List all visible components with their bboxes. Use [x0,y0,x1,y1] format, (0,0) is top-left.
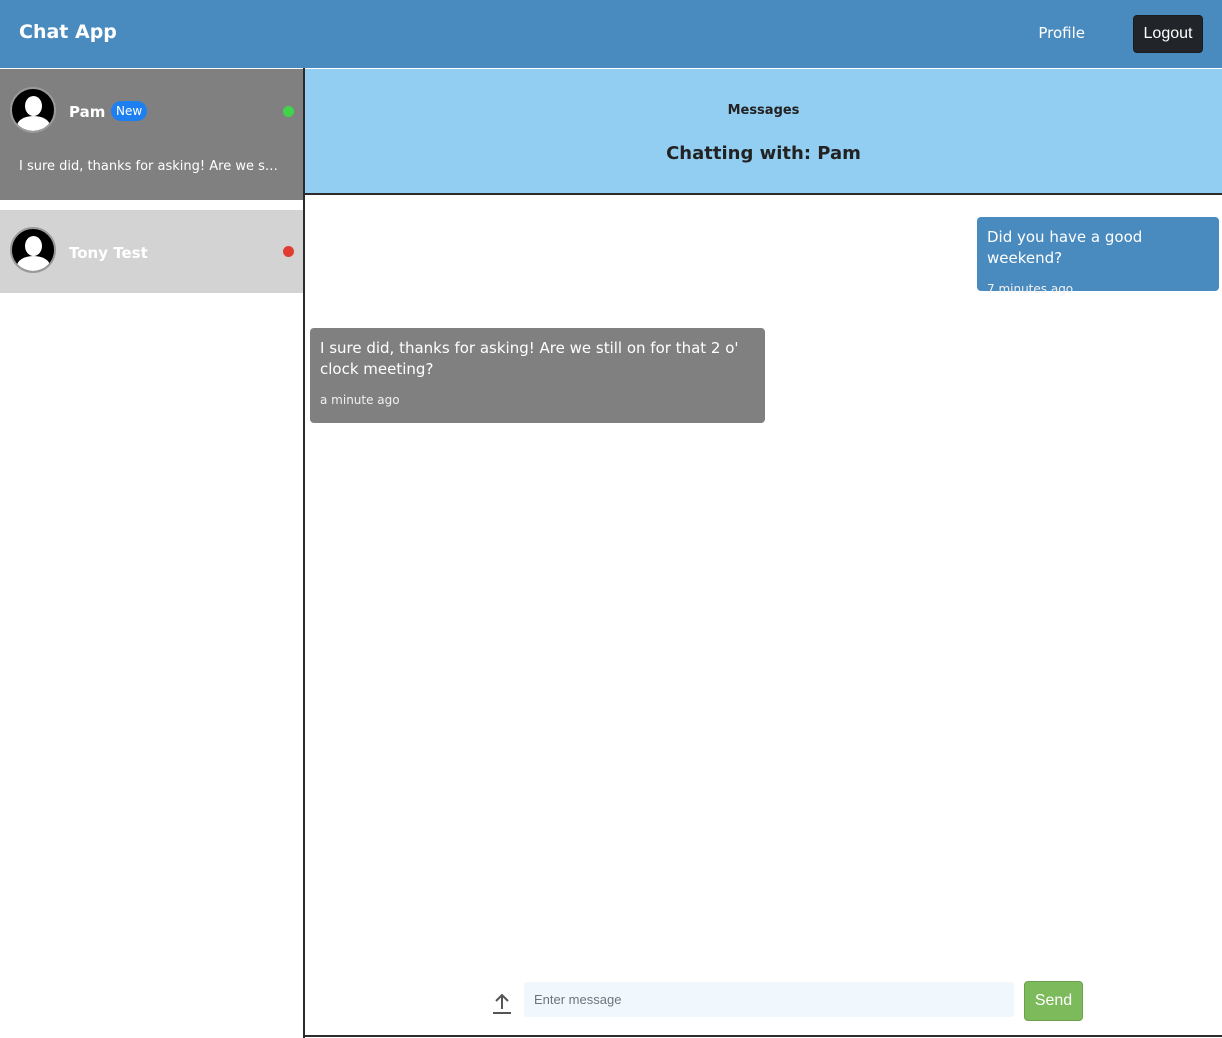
online-status-icon [283,106,294,117]
contacts-sidebar: Pam New I sure did, thanks for asking! A… [0,68,303,1038]
send-button[interactable]: Send [1024,981,1083,1021]
profile-link[interactable]: Profile [1038,24,1085,42]
contact-item-pam[interactable]: Pam New I sure did, thanks for asking! A… [0,69,303,200]
message-timestamp: a minute ago [320,393,400,407]
incoming-message: I sure did, thanks for asking! Are we st… [310,328,765,423]
message-list[interactable]: Did you have a good weekend? 7 minutes a… [305,196,1222,1036]
message-input[interactable] [524,982,1014,1017]
message-composer: Send [305,975,1222,1031]
contact-item-tony-test[interactable]: Tony Test [0,210,303,293]
avatar-head-icon [25,236,42,256]
message-timestamp: 7 minutes ago [987,282,1074,296]
avatar [10,227,56,273]
avatar-head-icon [25,96,42,116]
outgoing-message: Did you have a good weekend? 7 minutes a… [977,217,1219,296]
message-text: I sure did, thanks for asking! Are we st… [320,339,739,378]
chat-header: Messages Chatting with: Pam [305,69,1222,195]
contact-name: Tony Test [69,244,148,262]
offline-status-icon [283,246,294,257]
navbar: Chat App Profile Logout [0,0,1222,68]
message-text: Did you have a good weekend? [987,228,1143,267]
chat-title: Chatting with: Pam [666,143,861,164]
avatar-body-icon [17,256,50,271]
last-message-preview: I sure did, thanks for asking! Are we st… [19,159,279,174]
bottom-border [305,1035,1222,1037]
new-badge: New [111,101,148,121]
logout-button[interactable]: Logout [1133,15,1203,53]
upload-arrow-icon[interactable] [491,992,513,1016]
messages-label: Messages [727,103,800,118]
avatar-body-icon [17,116,50,131]
avatar [10,87,56,133]
app-brand[interactable]: Chat App [19,21,117,43]
contact-name: Pam [69,103,106,121]
